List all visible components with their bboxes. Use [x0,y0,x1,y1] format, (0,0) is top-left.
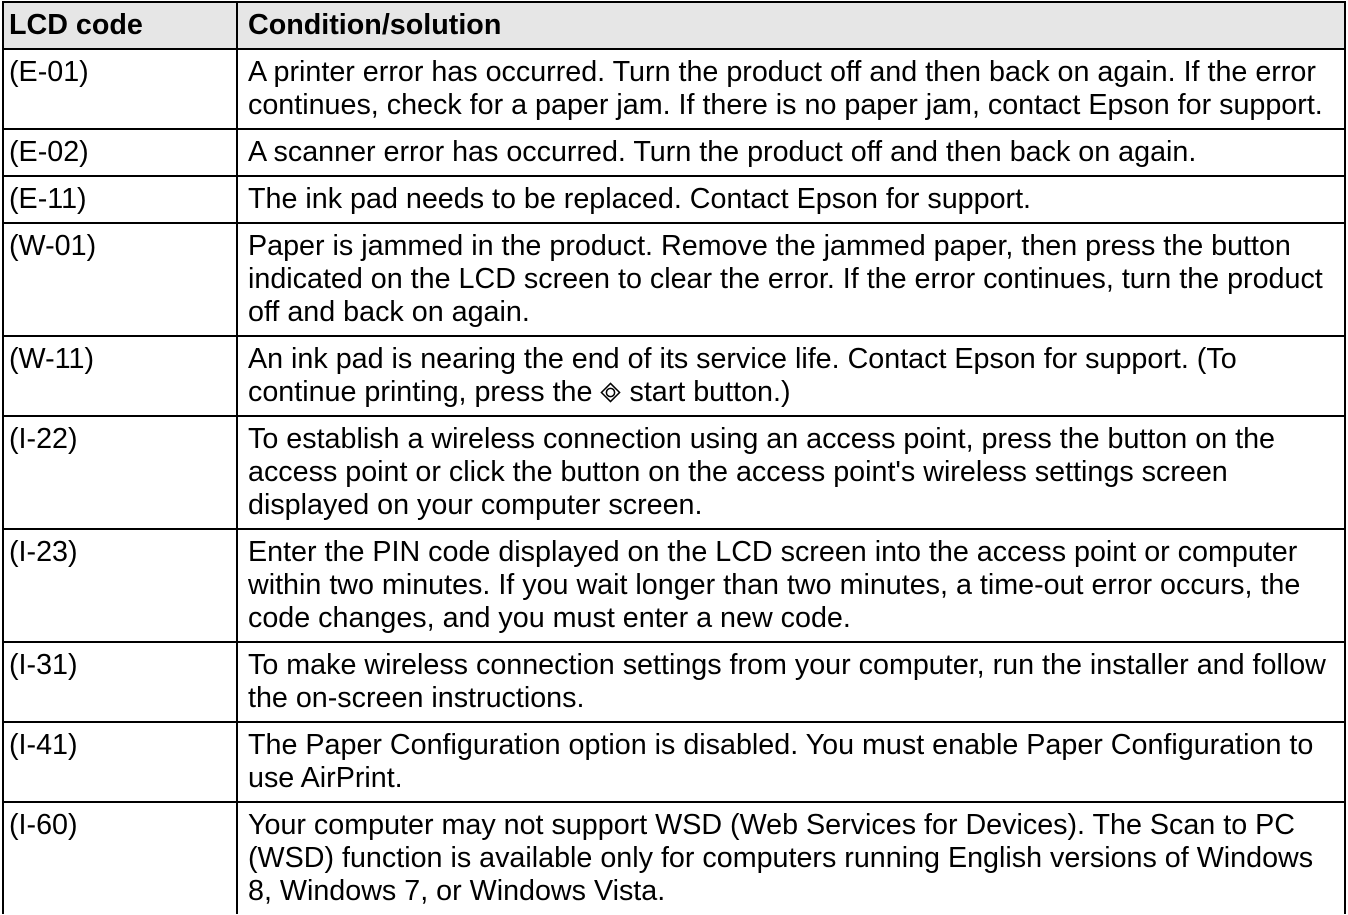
solution-line: The ink pad needs to be replaced. Contac… [248,183,1032,215]
lcd-code-cell: (E-01) [4,50,238,128]
table-row: (I-60) Your computer may not support WSD… [4,803,1344,914]
solution-line: access point or click the button on the … [248,456,1228,488]
solution-cell: Paper is jammed in the product. Remove t… [238,224,1344,335]
lcd-code: (W-11) [9,343,94,375]
lcd-code: (E-11) [9,183,87,215]
solution-line: indicated on the LCD screen to clear the… [248,263,1323,295]
table-row: (E-01) A printer error has occurred. Tur… [4,50,1344,130]
solution-line: 8, Windows 7, or Windows Vista. [248,875,666,907]
solution-line: A scanner error has occurred. Turn the p… [248,136,1197,168]
table-row: (W-01) Paper is jammed in the product. R… [4,224,1344,337]
header-condition-solution: Condition/solution [238,3,1344,48]
solution-cell: Enter the PIN code displayed on the LCD … [238,530,1344,641]
solution-cell: The ink pad needs to be replaced. Contac… [238,177,1344,222]
lcd-code: (I-60) [9,809,78,841]
lcd-code-cell: (I-22) [4,417,238,528]
table-row: (E-11) The ink pad needs to be replaced.… [4,177,1344,224]
solution-cell: To establish a wireless connection using… [238,417,1344,528]
lcd-code-cell: (W-01) [4,224,238,335]
lcd-code: (W-01) [9,230,97,262]
lcd-code: (I-41) [9,729,78,761]
lcd-code-cell: (I-60) [4,803,238,914]
solution-line: continues, check for a paper jam. If the… [248,89,1323,121]
lcd-code: (I-22) [9,423,78,455]
lcd-code: (I-23) [9,536,78,568]
solution-text: continue printing, press the [248,376,593,408]
table-row: (I-22) To establish a wireless connectio… [4,417,1344,530]
lcd-code-cell: (E-11) [4,177,238,222]
solution-line: Enter the PIN code displayed on the LCD … [248,536,1298,568]
table-row: (I-23) Enter the PIN code displayed on t… [4,530,1344,643]
solution-line: Paper is jammed in the product. Remove t… [248,230,1291,262]
table-header-row: LCD code Condition/solution [4,3,1344,50]
header-lcd-code: LCD code [4,3,238,48]
solution-line: To establish a wireless connection using… [248,423,1275,455]
solution-line: the on-screen instructions. [248,682,585,714]
table-row: (W-11) An ink pad is nearing the end of … [4,337,1344,417]
solution-cell: Your computer may not support WSD (Web S… [238,803,1344,914]
lcd-code-cell: (W-11) [4,337,238,415]
table-row: (E-02) A scanner error has occurred. Tur… [4,130,1344,177]
solution-cell: A scanner error has occurred. Turn the p… [238,130,1344,175]
solution-cell: A printer error has occurred. Turn the p… [238,50,1344,128]
lcd-code-table: LCD code Condition/solution (E-01) A pri… [2,1,1346,914]
solution-text: start button.) [629,376,791,408]
lcd-code-cell: (I-23) [4,530,238,641]
lcd-code-cell: (E-02) [4,130,238,175]
solution-line: continue printing, press the start button… [248,376,1340,409]
solution-line: The Paper Configuration option is disabl… [248,729,1314,761]
solution-line: within two minutes. If you wait longer t… [248,569,1301,601]
solution-cell: To make wireless connection settings fro… [238,643,1344,721]
table-row: (I-41) The Paper Configuration option is… [4,723,1344,803]
solution-line: To make wireless connection settings fro… [248,649,1326,681]
lcd-code-cell: (I-31) [4,643,238,721]
solution-line: displayed on your computer screen. [248,489,703,521]
lcd-code: (I-31) [9,649,78,681]
table-row: (I-31) To make wireless connection setti… [4,643,1344,723]
lcd-code: (E-01) [9,56,89,88]
solution-line: code changes, and you must enter a new c… [248,602,851,634]
solution-cell: An ink pad is nearing the end of its ser… [238,337,1344,415]
solution-line: A printer error has occurred. Turn the p… [248,56,1316,88]
start-icon [600,382,622,403]
solution-cell: The Paper Configuration option is disabl… [238,723,1344,801]
solution-line: use AirPrint. [248,762,403,794]
lcd-code-cell: (I-41) [4,723,238,801]
lcd-code: (E-02) [9,136,89,168]
solution-line: (WSD) function is available only for com… [248,842,1314,874]
solution-line: off and back on again. [248,296,530,328]
solution-line: An ink pad is nearing the end of its ser… [248,343,1237,375]
solution-line: Your computer may not support WSD (Web S… [248,809,1295,841]
